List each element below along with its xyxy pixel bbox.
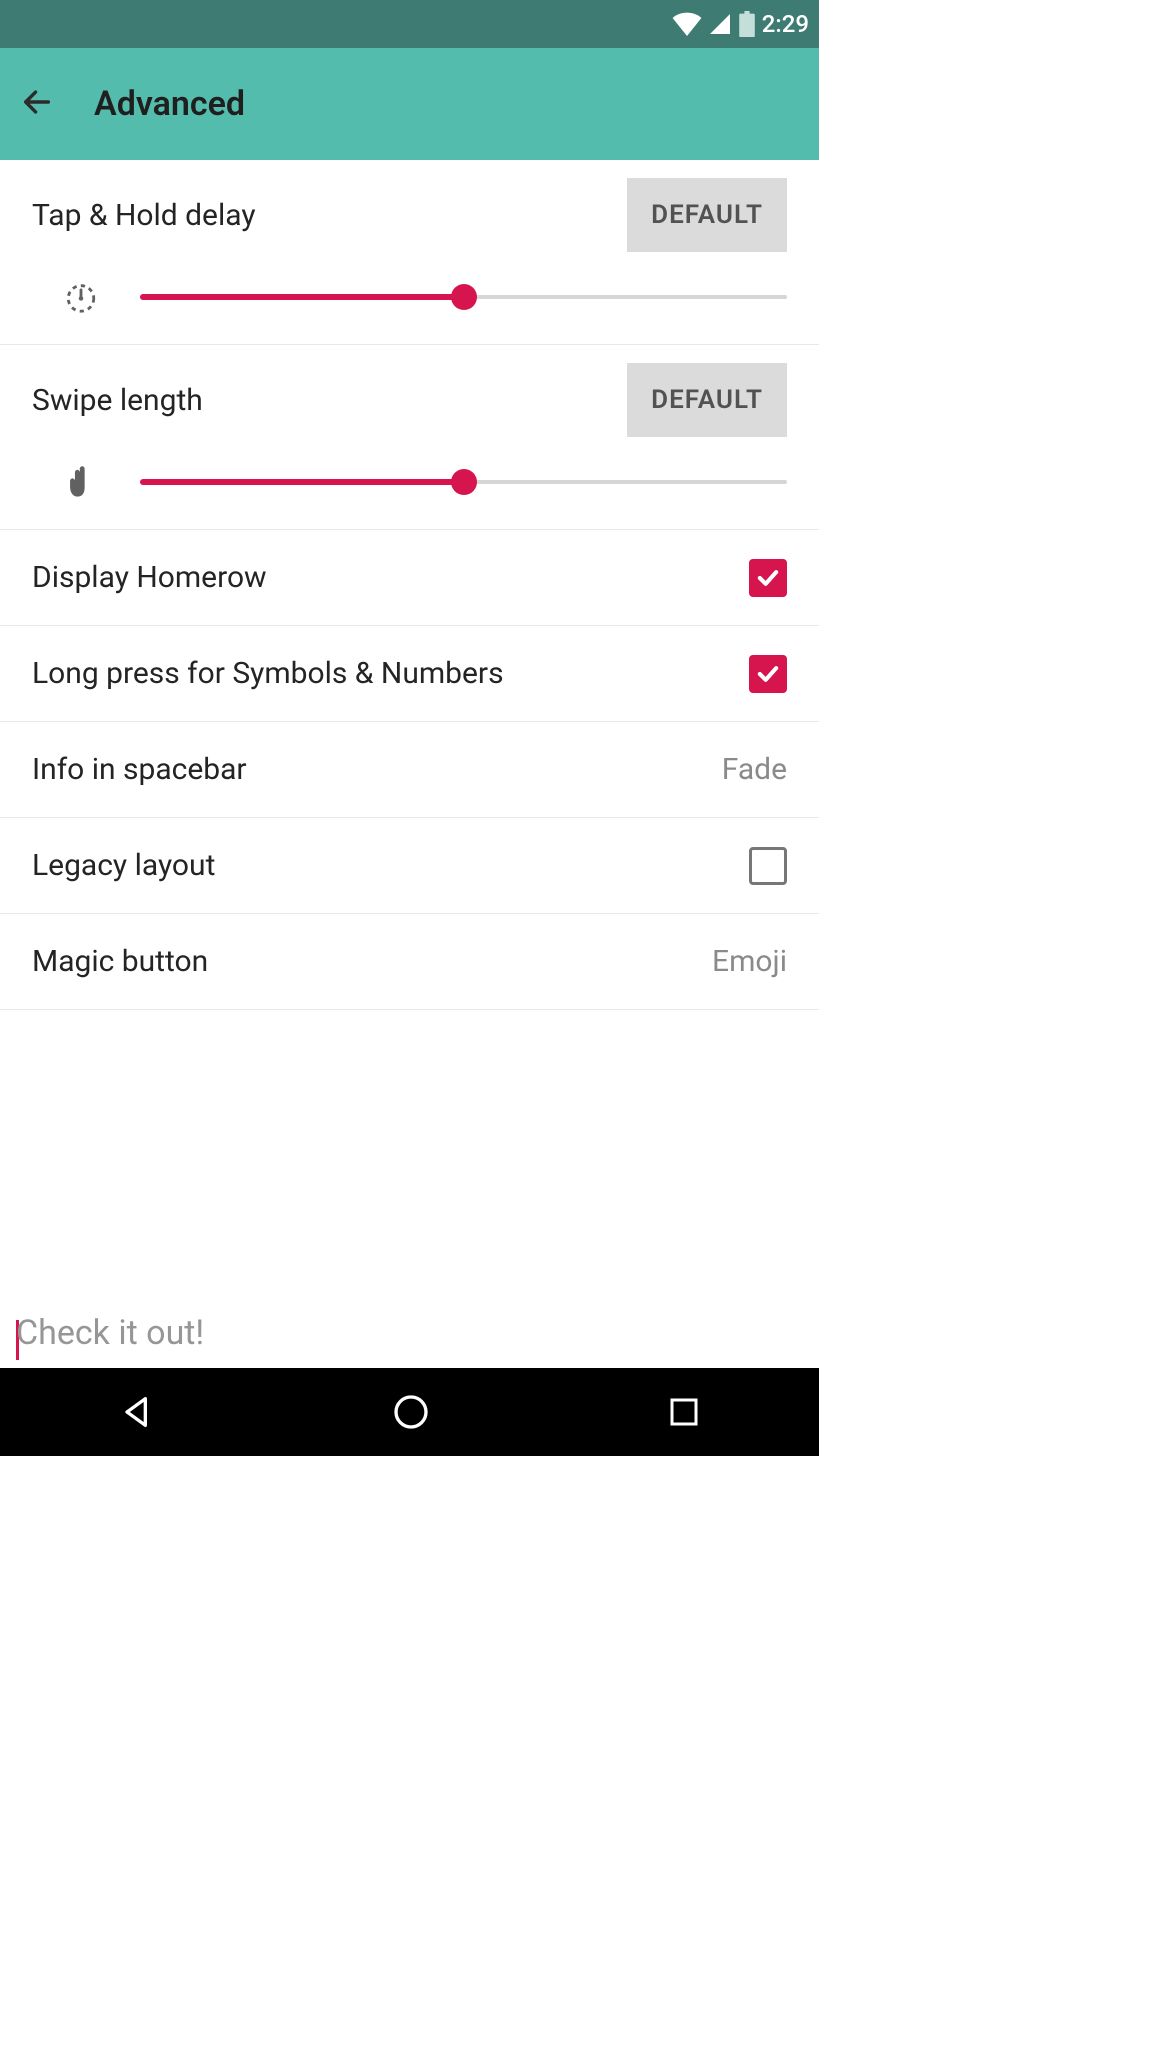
hand-icon	[62, 465, 100, 499]
long-press-checkbox[interactable]	[749, 655, 787, 693]
display-homerow-checkbox[interactable]	[749, 559, 787, 597]
setting-display-homerow[interactable]: Display Homerow	[0, 530, 819, 626]
tap-hold-slider[interactable]	[140, 285, 787, 309]
settings-list: Tap & Hold delay DEFAULT Swipe length DE…	[0, 160, 819, 1456]
info-spacebar-label: Info in spacebar	[32, 752, 247, 787]
page-title: Advanced	[94, 84, 245, 124]
setting-tap-hold: Tap & Hold delay DEFAULT	[0, 160, 819, 345]
nav-recent-icon[interactable]	[666, 1394, 702, 1430]
navigation-bar	[0, 1368, 819, 1456]
nav-home-icon[interactable]	[391, 1392, 431, 1432]
long-press-label: Long press for Symbols & Numbers	[32, 656, 504, 691]
setting-long-press[interactable]: Long press for Symbols & Numbers	[0, 626, 819, 722]
preview-input[interactable]: Check it out!	[0, 1305, 819, 1368]
magic-button-label: Magic button	[32, 944, 208, 979]
info-spacebar-value: Fade	[722, 752, 787, 787]
legacy-layout-label: Legacy layout	[32, 848, 215, 883]
clock-text: 2:29	[762, 10, 809, 38]
status-bar: 2:29	[0, 0, 819, 48]
tap-hold-default-button[interactable]: DEFAULT	[627, 178, 787, 252]
setting-swipe-length: Swipe length DEFAULT	[0, 345, 819, 530]
legacy-layout-checkbox[interactable]	[749, 847, 787, 885]
setting-magic-button[interactable]: Magic button Emoji	[0, 914, 819, 1010]
wifi-icon	[672, 12, 702, 36]
magic-button-value: Emoji	[712, 944, 787, 979]
back-icon[interactable]	[20, 85, 54, 123]
setting-legacy-layout[interactable]: Legacy layout	[0, 818, 819, 914]
swipe-slider[interactable]	[140, 470, 787, 494]
preview-placeholder: Check it out!	[16, 1313, 204, 1353]
nav-back-icon[interactable]	[117, 1392, 157, 1432]
swipe-default-button[interactable]: DEFAULT	[627, 363, 787, 437]
setting-info-spacebar[interactable]: Info in spacebar Fade	[0, 722, 819, 818]
display-homerow-label: Display Homerow	[32, 560, 267, 595]
battery-icon	[738, 11, 756, 37]
cellular-icon	[708, 12, 732, 36]
tap-hold-label: Tap & Hold delay	[32, 198, 256, 233]
timer-icon	[62, 280, 100, 314]
swipe-length-label: Swipe length	[32, 383, 203, 418]
app-bar: Advanced	[0, 48, 819, 160]
